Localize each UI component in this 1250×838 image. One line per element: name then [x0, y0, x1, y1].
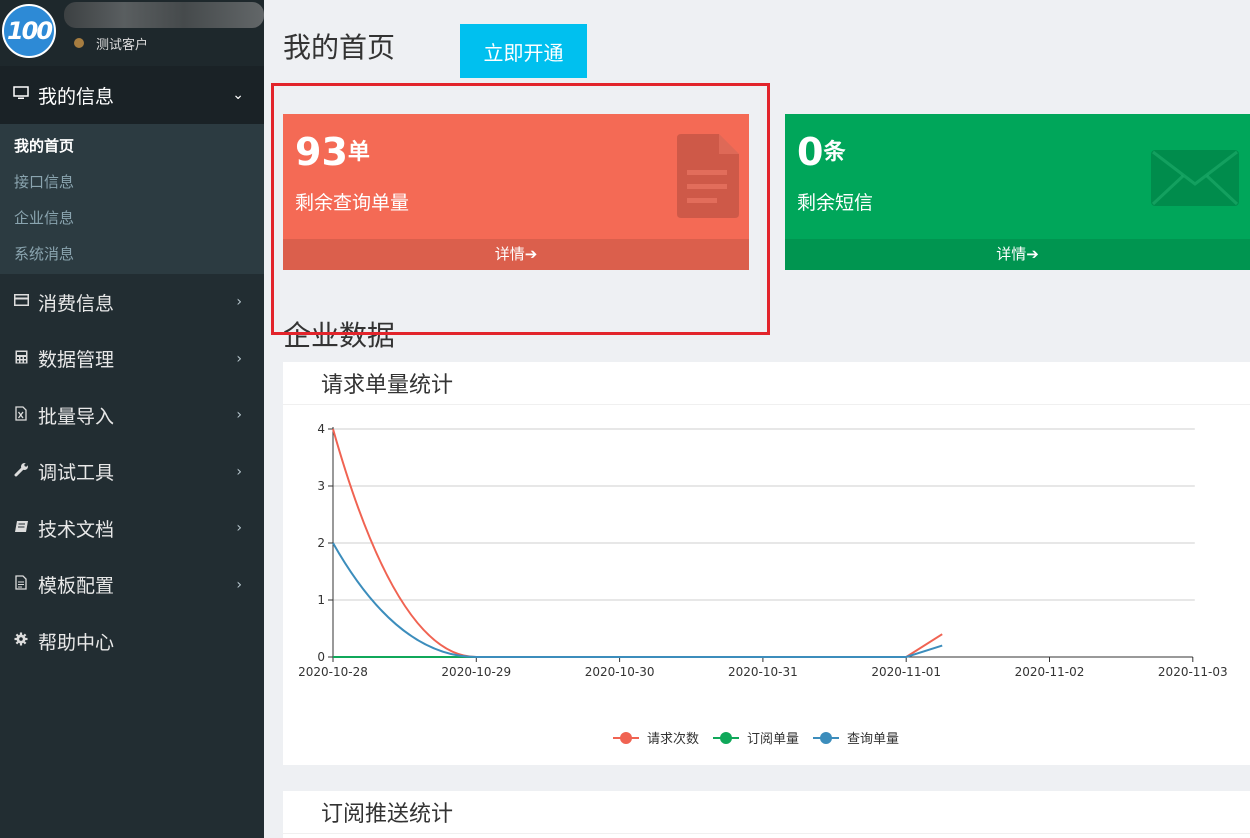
monitor-icon [10, 86, 32, 104]
x-tick-label: 2020-11-02 [1015, 665, 1085, 679]
sidebar-item-label: 批量导入 [38, 405, 115, 428]
sidebar-item-debug-tools[interactable]: 调试工具 › [0, 444, 264, 501]
submenu-item-company-info[interactable]: 企业信息 [0, 200, 264, 236]
sidebar-item-label: 帮助中心 [38, 631, 115, 654]
y-tick-label: 4 [317, 422, 325, 436]
sms-count: 0条 [797, 130, 846, 174]
panel-header: 订阅推送统计 [283, 791, 1250, 834]
inbox-icon [295, 375, 315, 391]
sidebar-item-label: 技术文档 [38, 518, 115, 541]
sidebar-item-batch-import[interactable]: 批量导入 › [0, 387, 264, 444]
sidebar-item-tech-docs[interactable]: 技术文档 › [0, 500, 264, 557]
y-tick-label: 3 [317, 479, 325, 493]
legend-marker [820, 732, 832, 744]
submenu: 我的首页 接口信息 企业信息 系统消息 [0, 124, 264, 274]
legend-marker [620, 732, 632, 744]
document-icon [10, 575, 32, 594]
book-icon [10, 520, 32, 537]
chevron-right-icon: › [236, 350, 242, 367]
sms-desc: 剩余短信 [797, 192, 874, 214]
wrench-icon [10, 462, 32, 481]
request-line-chart: 0 1 2 3 4 2020-10-28 2020-10-29 2020-10-30 2020-… [298, 422, 1228, 747]
highlight-annotation-box [271, 83, 770, 335]
x-tick-label: 2020-11-03 [1158, 665, 1228, 679]
legend-label: 查询单量 [847, 732, 899, 747]
submenu-item-home[interactable]: 我的首页 [0, 128, 264, 164]
sidebar-item-label: 数据管理 [38, 349, 115, 372]
sidebar-item-help-center[interactable]: 帮助中心 [0, 613, 264, 670]
legend-label: 请求次数 [647, 731, 699, 747]
gear-icon [10, 632, 32, 650]
logo: 100 [2, 4, 56, 58]
excel-file-icon [10, 406, 32, 425]
x-tick-label: 2020-10-30 [585, 665, 655, 679]
open-now-button[interactable]: 立即开通 [460, 24, 587, 78]
envelope-icon [1151, 150, 1239, 206]
chevron-right-icon: › [236, 520, 242, 537]
credit-card-icon [10, 294, 32, 310]
sidebar-item-label: 消费信息 [38, 292, 115, 315]
sms-details-link[interactable]: 详情➔ [785, 239, 1250, 270]
x-tick-label: 2020-10-29 [441, 665, 511, 679]
sidebar-item-my-info[interactable]: 我的信息 ⌄ [0, 66, 264, 124]
sidebar-item-label: 调试工具 [38, 462, 115, 485]
chevron-right-icon: › [236, 576, 242, 593]
remaining-sms-card: 0条 剩余短信 详情➔ [785, 114, 1250, 270]
inbox-icon [295, 804, 315, 820]
chevron-right-icon: › [236, 294, 242, 311]
y-tick-label: 0 [317, 650, 325, 664]
client-label: 测试客户 [96, 38, 149, 53]
user-panel: 100 测试客户 [0, 0, 264, 66]
x-tick-label: 2020-10-31 [728, 665, 798, 679]
sidebar-item-template-config[interactable]: 模板配置 › [0, 557, 264, 614]
sidebar: 100 测试客户 我的信息 ⌄ 我的首页 接口信息 企业信息 系统消息 消费信息… [0, 0, 264, 838]
panel-header: 请求单量统计 [283, 362, 1250, 405]
y-tick-label: 1 [317, 593, 325, 607]
legend-marker [720, 732, 732, 744]
sidebar-item-data-management[interactable]: 数据管理 › [0, 331, 264, 388]
legend-label: 订阅单量 [747, 732, 799, 747]
x-tick-label: 2020-10-28 [298, 665, 368, 679]
sidebar-item-label: 模板配置 [38, 575, 115, 598]
arrow-circle-right-icon: ➔ [1026, 245, 1039, 263]
page-title: 我的首页 [283, 31, 396, 64]
blurred-username [64, 2, 264, 28]
push-stats-panel: 订阅推送统计 [283, 791, 1250, 838]
y-tick-label: 2 [317, 536, 325, 550]
status-dot-icon [74, 38, 84, 48]
panel-title: 请求单量统计 [321, 373, 454, 398]
panel-title: 订阅推送统计 [321, 802, 454, 827]
calculator-icon [10, 350, 32, 368]
chevron-right-icon: › [236, 463, 242, 480]
x-tick-label: 2020-11-01 [871, 665, 941, 679]
chevron-down-icon: ⌄ [232, 87, 244, 103]
chevron-right-icon: › [236, 407, 242, 424]
sidebar-item-consumption[interactable]: 消费信息 › [0, 274, 264, 331]
sidebar-item-label: 我的信息 [38, 85, 115, 108]
submenu-item-system-messages[interactable]: 系统消息 [0, 236, 264, 272]
request-stats-panel: 请求单量统计 0 1 2 3 4 2020-10-28 2020-10-29 2020-10-… [283, 362, 1250, 765]
submenu-item-api-info[interactable]: 接口信息 [0, 164, 264, 200]
